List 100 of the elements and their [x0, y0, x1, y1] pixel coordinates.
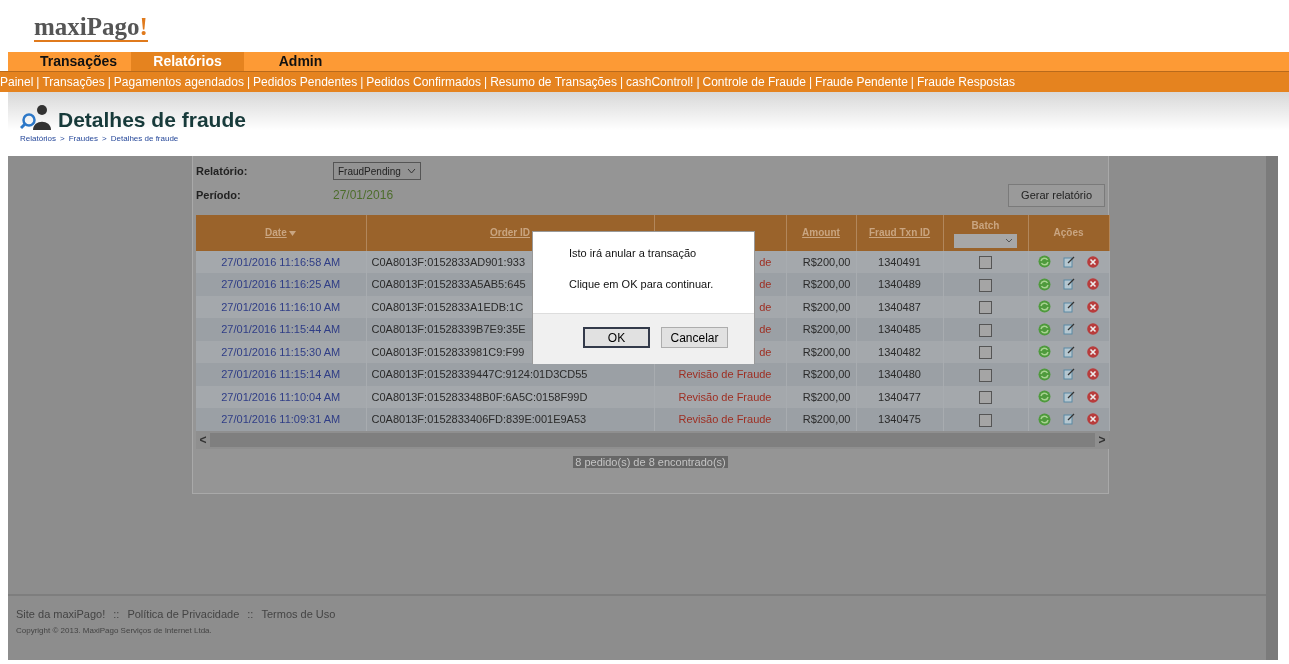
batch-checkbox[interactable] — [979, 301, 992, 315]
submenu-link[interactable]: Pagamentos agendados — [113, 73, 244, 91]
period-label: Período: — [196, 188, 242, 203]
fraud-txn-id-cell: 1340475 — [856, 408, 943, 431]
submenu-link[interactable]: Resumo de Transações — [490, 73, 617, 91]
batch-filter-select[interactable] — [954, 233, 1017, 248]
close-icon[interactable] — [1087, 368, 1099, 381]
chevron-down-icon — [406, 168, 416, 174]
refresh-icon[interactable] — [1038, 322, 1051, 336]
scroll-right-arrow[interactable]: > — [1095, 430, 1109, 449]
column-header: Batch — [943, 214, 1028, 251]
close-icon[interactable] — [1087, 345, 1099, 358]
amount-cell: R$200,00 — [786, 363, 856, 386]
breadcrumb-separator: > — [102, 134, 107, 143]
chevron-down-icon — [1005, 238, 1013, 243]
edit-icon[interactable] — [1063, 345, 1075, 358]
close-icon[interactable] — [1087, 255, 1099, 268]
date-link[interactable]: 27/01/2016 11:16:58 AM — [196, 250, 366, 273]
report-select[interactable]: FraudPending — [333, 162, 421, 180]
generate-report-button[interactable]: Gerar relatório — [1008, 184, 1105, 207]
close-icon[interactable] — [1087, 300, 1099, 313]
footer-link[interactable]: Termos de Uso — [261, 608, 336, 620]
nav-tab[interactable]: Transações — [18, 52, 131, 71]
footer-link[interactable]: Política de Privacidade — [127, 608, 240, 620]
edit-icon[interactable] — [1063, 390, 1075, 403]
submenu-link[interactable]: Fraude Respostas — [916, 73, 1015, 91]
nav-tab[interactable]: Admin — [244, 52, 357, 71]
batch-checkbox[interactable] — [979, 256, 992, 270]
period-value: 27/01/2016 — [333, 187, 394, 205]
menu-separator: | — [107, 74, 111, 91]
submenu-link[interactable]: Pedidos Confirmados — [366, 73, 482, 91]
close-icon[interactable] — [1087, 278, 1099, 291]
date-link[interactable]: 27/01/2016 11:09:31 AM — [196, 408, 366, 431]
submenu-link[interactable]: Transações — [42, 73, 105, 91]
refresh-icon[interactable] — [1038, 255, 1051, 269]
menu-separator: | — [246, 74, 251, 91]
close-icon[interactable] — [1087, 413, 1099, 426]
scroll-left-arrow[interactable]: < — [196, 430, 210, 449]
date-link[interactable]: 27/01/2016 11:15:44 AM — [196, 318, 366, 341]
dialog-button[interactable]: Cancelar — [661, 327, 728, 348]
column-header[interactable]: Fraud Txn ID — [856, 214, 943, 251]
edit-icon[interactable] — [1063, 300, 1075, 313]
refresh-icon[interactable] — [1038, 367, 1051, 381]
refresh-icon[interactable] — [1038, 412, 1051, 426]
batch-checkbox[interactable] — [979, 346, 992, 360]
submenu-link[interactable]: cashControl! — [626, 73, 694, 91]
edit-icon[interactable] — [1063, 413, 1075, 426]
breadcrumb-separator: > — [60, 134, 65, 143]
menu-separator: | — [808, 74, 813, 91]
date-link[interactable]: 27/01/2016 11:15:14 AM — [196, 363, 366, 386]
status-cell: Revisão de Fraude — [654, 363, 786, 386]
sort-down-icon — [289, 230, 297, 236]
batch-checkbox[interactable] — [979, 413, 992, 427]
vertical-scrollbar[interactable] — [1266, 156, 1278, 660]
amount-cell: R$200,00 — [786, 318, 856, 341]
amount-cell: R$200,00 — [786, 273, 856, 296]
footer-link[interactable]: Site da maxiPago! — [16, 608, 106, 620]
refresh-icon[interactable] — [1038, 345, 1051, 359]
close-icon[interactable] — [1087, 390, 1099, 403]
dialog-button[interactable]: OK — [583, 327, 650, 348]
breadcrumb-link[interactable]: Fraudes — [68, 134, 99, 143]
breadcrumb-link[interactable]: Relatórios — [20, 134, 56, 143]
edit-icon[interactable] — [1063, 323, 1075, 336]
submenu-link[interactable]: Controle de Fraude — [702, 73, 806, 91]
date-link[interactable]: 27/01/2016 11:15:30 AM — [196, 340, 366, 363]
column-header[interactable]: Date — [196, 214, 366, 251]
fraud-txn-id-cell: 1340489 — [856, 273, 943, 296]
breadcrumb-link[interactable]: Detalhes de fraude — [110, 134, 179, 143]
status-cell: Revisão de Fraude — [654, 408, 786, 431]
submenu-link[interactable]: Pedidos Pendentes — [253, 73, 358, 91]
date-link[interactable]: 27/01/2016 11:10:04 AM — [196, 385, 366, 408]
submenu-link[interactable]: Painel — [0, 73, 34, 91]
order-id-cell: C0A8013F:0152833406FD:839E:001E9A53 — [366, 408, 654, 431]
edit-icon[interactable] — [1063, 278, 1075, 291]
edit-icon[interactable] — [1063, 255, 1075, 268]
edit-icon[interactable] — [1063, 368, 1075, 381]
refresh-icon[interactable] — [1038, 300, 1051, 314]
menu-separator: | — [484, 74, 488, 91]
date-link[interactable]: 27/01/2016 11:16:25 AM — [196, 273, 366, 296]
order-id-cell: C0A8013F:01528339447C:9124:01D3CD55 — [366, 363, 654, 386]
nav-tab[interactable]: Relatórios — [131, 52, 244, 71]
menu-separator: | — [36, 74, 40, 91]
status-cell: Revisão de Fraude — [654, 385, 786, 408]
column-header: Ações — [1028, 214, 1109, 251]
column-header[interactable]: Amount — [786, 214, 856, 251]
date-link[interactable]: 27/01/2016 11:16:10 AM — [196, 295, 366, 318]
fraud-txn-id-cell: 1340480 — [856, 363, 943, 386]
refresh-icon[interactable] — [1038, 277, 1051, 291]
batch-checkbox[interactable] — [979, 391, 992, 405]
close-icon[interactable] — [1087, 323, 1099, 336]
batch-checkbox[interactable] — [979, 368, 992, 382]
submenu-link[interactable]: Fraude Pendente — [815, 73, 908, 91]
menu-separator: | — [696, 74, 700, 91]
batch-checkbox[interactable] — [979, 278, 992, 292]
logo[interactable]: maxiPago! — [34, 13, 148, 42]
menu-separator: | — [619, 74, 624, 91]
batch-checkbox[interactable] — [979, 323, 992, 337]
amount-cell: R$200,00 — [786, 408, 856, 431]
refresh-icon[interactable] — [1038, 390, 1051, 404]
results-summary: 8 pedido(s) de 8 encontrado(s) — [573, 455, 728, 468]
